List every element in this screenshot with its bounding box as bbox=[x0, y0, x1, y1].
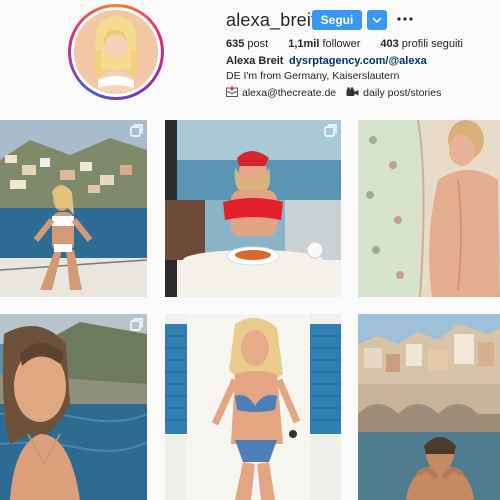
follow-button[interactable]: Segui bbox=[312, 10, 362, 30]
post-tile[interactable] bbox=[165, 314, 341, 500]
followers-count[interactable]: 1,1mil follower bbox=[288, 38, 360, 50]
post-image bbox=[358, 120, 500, 297]
post-image bbox=[165, 314, 341, 500]
more-dots-icon bbox=[397, 17, 413, 21]
carousel-icon bbox=[130, 318, 143, 336]
post-tile[interactable] bbox=[0, 120, 147, 297]
profile-stats: 635 post 1,1mil follower 403 profili seg… bbox=[226, 38, 483, 50]
post-tile[interactable] bbox=[358, 120, 500, 297]
post-tile[interactable] bbox=[165, 120, 341, 297]
bio-line: DE I'm from Germany, Kaiserslautern bbox=[226, 70, 400, 82]
profile-full-name: Alexa Breit bbox=[226, 55, 284, 67]
more-options-button[interactable] bbox=[395, 8, 415, 30]
post-image bbox=[0, 120, 147, 297]
bio-daily: daily post/stories bbox=[363, 87, 442, 99]
posts-grid bbox=[0, 120, 500, 500]
post-image bbox=[358, 314, 500, 500]
inbox-icon bbox=[226, 86, 238, 100]
post-image bbox=[165, 120, 341, 297]
avatar[interactable] bbox=[68, 4, 164, 100]
bio-contact-line: alexa@thecreate.de daily post/stories bbox=[226, 86, 441, 100]
post-tile[interactable] bbox=[358, 314, 500, 500]
bio-email: alexa@thecreate.de bbox=[242, 87, 337, 99]
following-count[interactable]: 403 profili seguiti bbox=[380, 38, 463, 50]
bio-link[interactable]: dysrptagency.com/@alexa bbox=[289, 55, 427, 67]
profile-header: alexa_breit Segui 635 post 1,1mil follow… bbox=[0, 0, 500, 115]
carousel-icon bbox=[324, 124, 337, 142]
post-tile[interactable] bbox=[0, 314, 147, 500]
profile-username: alexa_breit bbox=[226, 10, 317, 30]
posts-count: 635 post bbox=[226, 38, 269, 50]
post-image bbox=[0, 314, 147, 500]
chevron-down-icon bbox=[372, 17, 382, 23]
carousel-icon bbox=[130, 124, 143, 142]
movie-camera-icon bbox=[346, 86, 359, 100]
suggestions-dropdown-button[interactable] bbox=[367, 10, 387, 30]
avatar-illustration bbox=[74, 10, 158, 94]
